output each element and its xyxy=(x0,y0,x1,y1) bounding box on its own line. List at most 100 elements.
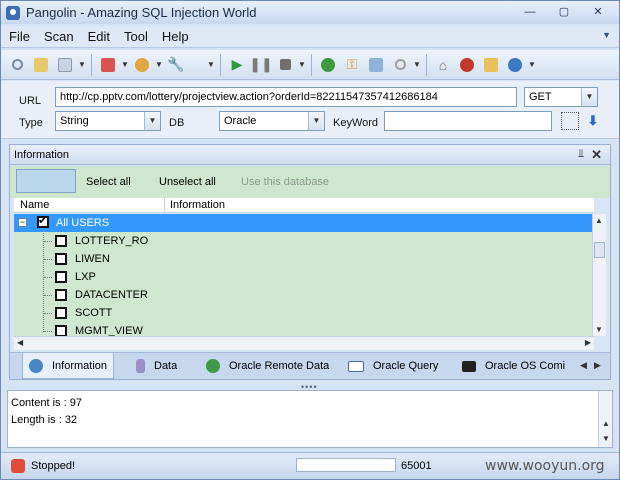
select-all-button[interactable]: Select all xyxy=(86,176,131,188)
chevron-down-icon[interactable]: ▼ xyxy=(144,112,160,130)
tab-scroll-left-icon[interactable]: ◀ xyxy=(580,360,587,371)
tree-checkbox[interactable] xyxy=(55,235,67,247)
tab-label: Information xyxy=(52,359,108,372)
config-icon[interactable] xyxy=(131,54,153,76)
tree-checkbox[interactable] xyxy=(55,271,67,283)
pause-icon[interactable]: ❚❚ xyxy=(249,54,272,76)
open-file-icon[interactable] xyxy=(30,54,52,76)
key-icon[interactable]: ⚿ xyxy=(341,54,363,76)
arrow-down-icon[interactable]: ⬇ xyxy=(584,112,602,130)
scroll-up-icon[interactable]: ▲ xyxy=(595,216,603,225)
close-window-icon[interactable]: ✕ xyxy=(587,4,609,20)
menu-scan[interactable]: Scan xyxy=(44,29,74,44)
scroll-thumb[interactable] xyxy=(594,242,605,258)
url-input[interactable]: http://cp.pptv.com/lottery/projectview.a… xyxy=(55,87,517,107)
tab-scroll-right-icon[interactable]: ▶ xyxy=(594,360,601,371)
column-information[interactable]: Information xyxy=(170,199,225,211)
pin-icon[interactable]: ⫫ xyxy=(578,148,584,161)
tree-checkbox[interactable] xyxy=(55,325,67,336)
tab-oracle-query[interactable]: Oracle Query xyxy=(342,353,444,379)
tree-checkbox[interactable] xyxy=(55,307,67,319)
menu-file[interactable]: File xyxy=(9,29,30,44)
chevron-down-icon[interactable]: ▼ xyxy=(308,112,324,130)
window-title: Pangolin - Amazing SQL Injection World xyxy=(26,5,257,20)
home-icon[interactable]: ⌂ xyxy=(432,54,454,76)
tab-label: Oracle Remote Data xyxy=(229,360,330,372)
search-icon[interactable] xyxy=(6,54,28,76)
use-database-button[interactable]: Use this database xyxy=(241,176,329,188)
output-scrollbar[interactable]: ▲ ▼ xyxy=(598,391,612,447)
scroll-right-icon[interactable]: ▶ xyxy=(585,338,591,347)
tree-row[interactable]: LXP xyxy=(14,268,594,286)
package-icon[interactable] xyxy=(480,54,502,76)
tree-row[interactable]: LOTTERY_RO xyxy=(14,232,594,250)
save-icon[interactable] xyxy=(54,54,76,76)
menu-tool[interactable]: Tool xyxy=(124,29,148,44)
collapse-icon[interactable]: − xyxy=(18,218,27,227)
plugin-icon[interactable] xyxy=(97,54,119,76)
menu-overflow-icon[interactable]: ▼ xyxy=(602,30,611,40)
unselect-all-button[interactable]: Unselect all xyxy=(159,176,216,188)
image-icon[interactable] xyxy=(365,54,387,76)
scroll-down-icon[interactable]: ▼ xyxy=(602,434,610,443)
type-value: String xyxy=(60,115,89,127)
close-panel-icon[interactable]: ✕ xyxy=(591,147,602,163)
action-bar: Select all Unselect all Use this databas… xyxy=(10,166,610,198)
tree-connector xyxy=(44,295,52,296)
menu-bar: File Scan Edit Tool Help ▼ xyxy=(1,26,619,48)
tab-oracle-remote-data[interactable]: Oracle Remote Data xyxy=(200,353,335,379)
help-icon[interactable] xyxy=(317,54,339,76)
menu-edit[interactable]: Edit xyxy=(88,29,110,44)
type-select[interactable]: String ▼ xyxy=(55,111,161,131)
column-divider[interactable] xyxy=(164,198,165,213)
grid-select-icon[interactable] xyxy=(561,112,579,130)
pangolin-app-icon xyxy=(6,5,20,20)
config-dropdown-icon[interactable]: ▼ xyxy=(154,54,164,76)
plugin-dropdown-icon[interactable]: ▼ xyxy=(120,54,130,76)
menu-help[interactable]: Help xyxy=(162,29,189,44)
sql-icon xyxy=(348,360,364,372)
main-window: Pangolin - Amazing SQL Injection World —… xyxy=(0,0,620,480)
run-dropdown-icon[interactable]: ▼ xyxy=(297,54,307,76)
bug-icon[interactable] xyxy=(456,54,478,76)
wrench-icon[interactable]: 🔧 xyxy=(165,54,187,76)
toolbar-separator xyxy=(220,53,221,76)
tools-dropdown-icon[interactable]: ▼ xyxy=(412,54,422,76)
magnifier-icon[interactable] xyxy=(389,54,411,76)
output-log[interactable]: Content is : 97 Length is : 32 ▲ ▼ xyxy=(7,390,613,448)
scroll-left-icon[interactable]: ◀ xyxy=(17,338,23,347)
tab-oracle-os-command[interactable]: Oracle OS Comi xyxy=(456,353,576,379)
db-select[interactable]: Oracle ▼ xyxy=(219,111,325,131)
tree-horizontal-scrollbar[interactable]: ◀ ▶ xyxy=(14,336,594,350)
tab-information[interactable]: Information xyxy=(22,353,115,379)
scroll-down-icon[interactable]: ▼ xyxy=(595,325,603,334)
tree-row-all-users[interactable]: − All USERS xyxy=(14,214,594,232)
tab-data[interactable]: Data xyxy=(130,353,183,379)
minimize-icon[interactable]: — xyxy=(519,4,541,20)
toolbar-dropdown-icon[interactable]: ▼ xyxy=(77,54,87,76)
info-icon xyxy=(29,358,43,373)
checkbox-all-users[interactable] xyxy=(37,214,49,228)
url-label: URL xyxy=(19,95,42,107)
scroll-up-icon[interactable]: ▲ xyxy=(602,419,610,428)
play-icon[interactable]: ▶ xyxy=(226,54,248,76)
tree-vertical-scrollbar[interactable]: ▲ ▼ xyxy=(592,214,606,336)
tree-row[interactable]: LIWEN xyxy=(14,250,594,268)
info-icon[interactable] xyxy=(504,54,526,76)
tree-checkbox[interactable] xyxy=(55,289,67,301)
keyword-input[interactable] xyxy=(384,111,552,131)
tree-checkbox[interactable] xyxy=(55,253,67,265)
tree-row[interactable]: SCOTT xyxy=(14,304,594,322)
stop-icon[interactable] xyxy=(274,54,296,76)
column-name[interactable]: Name xyxy=(20,199,49,211)
blank-button[interactable] xyxy=(16,169,76,193)
tree-row[interactable]: DATACENTER xyxy=(14,286,594,304)
toolbar-separator xyxy=(311,53,312,76)
chevron-down-icon[interactable]: ▼ xyxy=(581,88,597,106)
wrench-dropdown-icon[interactable]: ▼ xyxy=(206,54,216,76)
info-dropdown-icon[interactable]: ▼ xyxy=(527,54,537,76)
keyword-label: KeyWord xyxy=(333,117,379,129)
tree-row[interactable]: MGMT_VIEW xyxy=(14,322,594,336)
maximize-icon[interactable]: ▢ xyxy=(553,4,575,20)
method-select[interactable]: GET ▼ xyxy=(524,87,598,107)
